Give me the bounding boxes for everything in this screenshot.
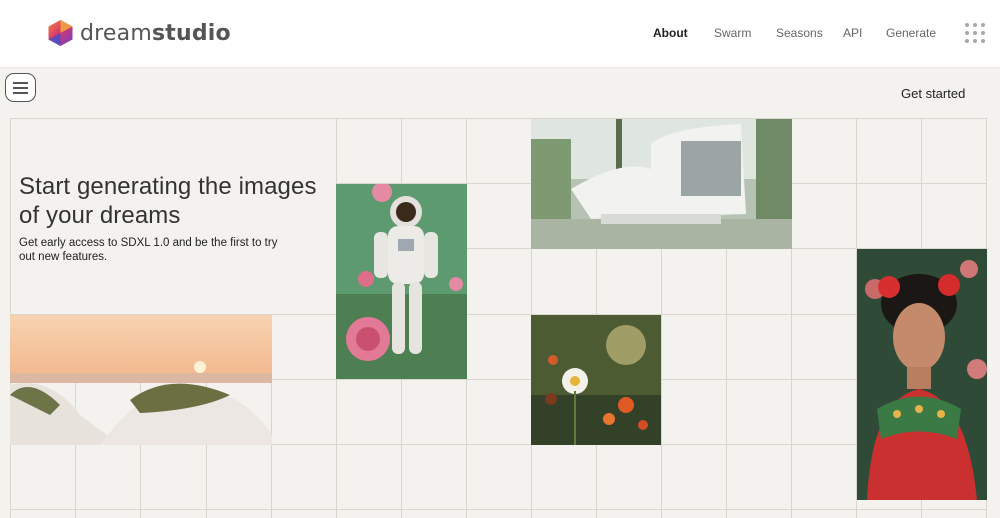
beach-dunes-sunset-image[interactable]	[10, 315, 272, 445]
main-nav: About Swarm Seasons API Generate	[0, 26, 1000, 44]
grid-dots-icon[interactable]	[965, 23, 986, 44]
hero-title: Start generating the images of your drea…	[19, 173, 317, 229]
nav-item-about[interactable]: About	[653, 26, 688, 40]
top-navigation-bar: dreamstudio About Swarm Seasons API Gene…	[0, 0, 1000, 68]
astronaut-roses-image[interactable]	[336, 184, 467, 379]
nav-item-api[interactable]: API	[843, 26, 862, 40]
nav-item-swarm[interactable]: Swarm	[714, 26, 751, 40]
sub-header	[0, 68, 1000, 118]
modern-house-forest-image[interactable]	[531, 119, 792, 249]
nav-item-generate[interactable]: Generate	[886, 26, 936, 40]
get-started-link[interactable]: Get started	[901, 86, 965, 101]
nav-item-seasons[interactable]: Seasons	[776, 26, 823, 40]
hero-subtitle: Get early access to SDXL 1.0 and be the …	[19, 237, 278, 263]
daisy-flowers-image[interactable]	[531, 315, 661, 445]
frida-portrait-image[interactable]	[857, 249, 987, 500]
hamburger-menu-icon[interactable]	[5, 73, 36, 102]
